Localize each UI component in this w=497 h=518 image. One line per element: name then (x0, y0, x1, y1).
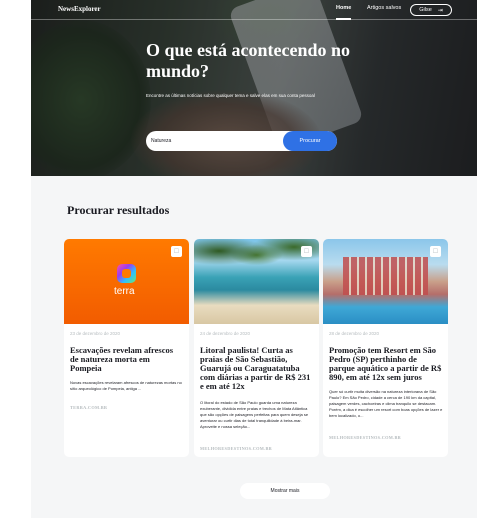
card-title: Litoral paulista! Curta as praias de São… (200, 345, 311, 391)
news-card[interactable]: terra ☐ 23 de dezembro de 2020 Escavaçõe… (64, 239, 189, 457)
hero-section: NewsExplorer Home Artigos salvos Gilse ⇥… (31, 0, 477, 176)
search-input[interactable] (151, 135, 281, 147)
card-text: O litoral do estado de São Paulo guarda … (200, 400, 309, 429)
results-heading: Procurar resultados (67, 203, 170, 217)
user-logout-button[interactable]: Gilse ⇥ (410, 4, 452, 16)
nav-link-home[interactable]: Home (336, 0, 352, 20)
show-more-button[interactable]: Mostrar mais (240, 483, 330, 499)
top-nav: NewsExplorer Home Artigos salvos Gilse ⇥ (31, 0, 477, 20)
site-logo[interactable]: NewsExplorer (58, 5, 101, 13)
card-text: Quer só curtir muita diversão na naturez… (329, 389, 443, 418)
page: NewsExplorer Home Artigos salvos Gilse ⇥… (31, 0, 477, 518)
bookmark-icon[interactable]: ☐ (171, 246, 182, 257)
card-source: MELHORESDESTINOS.COM.BR (200, 446, 273, 451)
news-card[interactable]: ☐ 24 de dezembro de 2020 Litoral paulist… (194, 239, 319, 457)
card-source: TERRA.COM.BR (70, 405, 108, 410)
card-date: 28 de dezembro de 2020 (329, 331, 380, 336)
hero-title: O que está acontecendo no mundo? (146, 40, 350, 81)
nav-link-saved-articles[interactable]: Artigos salvos (367, 5, 401, 11)
bookmark-icon[interactable]: ☐ (301, 246, 312, 257)
search-form: Procurar (146, 131, 337, 151)
card-title: Promoção tem Resort em São Pedro (SP) pe… (329, 345, 442, 382)
search-button[interactable]: Procurar (283, 131, 337, 151)
news-card[interactable]: ☐ 28 de dezembro de 2020 Promoção tem Re… (323, 239, 448, 457)
card-date: 23 de dezembro de 2020 (70, 331, 121, 336)
card-text: Novas escavações revelaram afrescos de n… (70, 380, 182, 391)
terra-logo-mark (117, 264, 136, 283)
hero-subtitle: Encontre as últimas notícias sobre qualq… (146, 93, 315, 98)
card-source: MELHORESDESTINOS.COM.BR (329, 435, 402, 440)
resort-building (343, 257, 428, 295)
card-title: Escavações revelam afrescos de natureza … (70, 345, 174, 373)
card-date: 24 de dezembro de 2020 (200, 331, 251, 336)
terra-logo-text: terra (114, 286, 135, 297)
logout-icon: ⇥ (437, 7, 443, 14)
beach-trees (194, 239, 319, 279)
bookmark-icon[interactable]: ☐ (430, 246, 441, 257)
user-name: Gilse (419, 7, 432, 13)
terra-logo: terra (114, 264, 140, 304)
